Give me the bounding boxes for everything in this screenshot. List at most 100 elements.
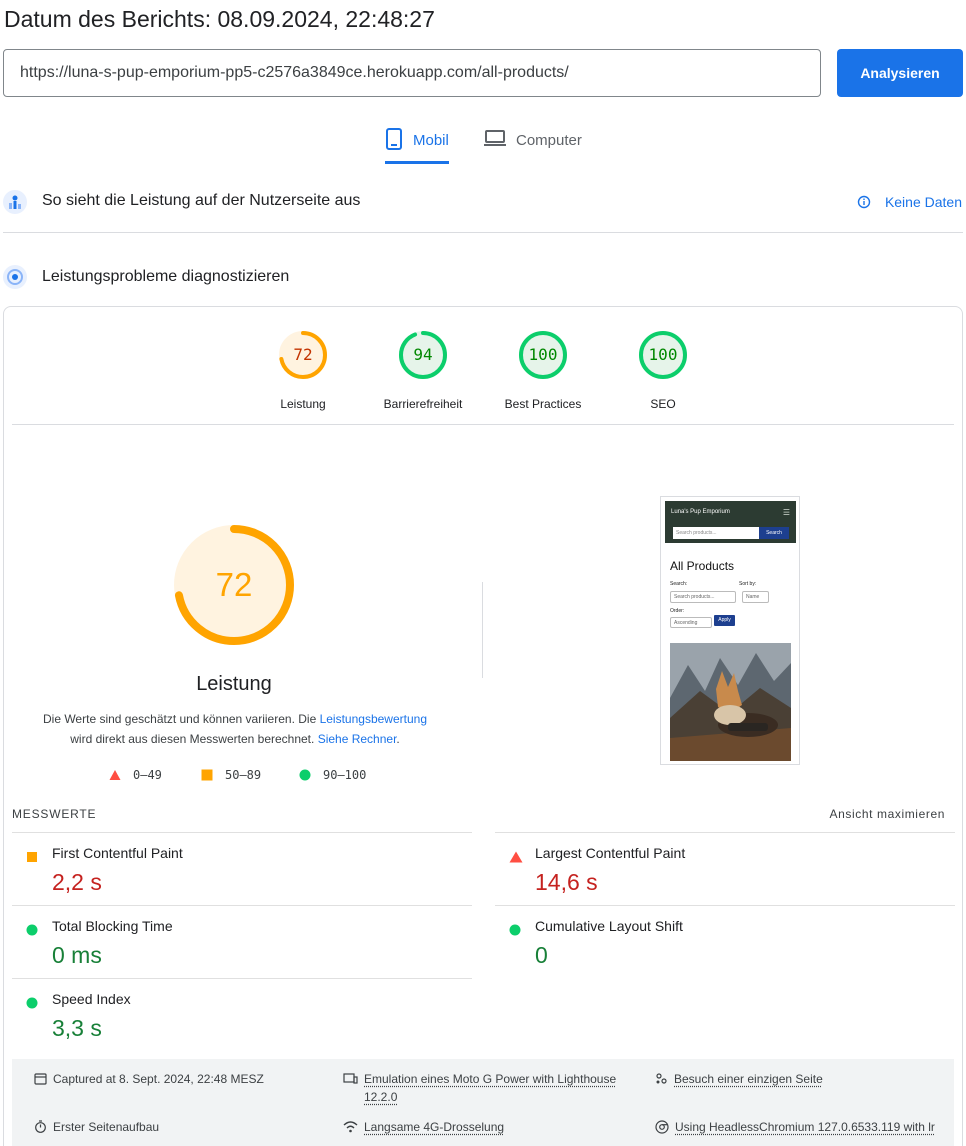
vertical-divider — [482, 582, 483, 678]
square-icon — [201, 769, 213, 781]
circle-icon — [299, 769, 311, 781]
visit-info[interactable]: Besuch einer einzigen Seite — [655, 1070, 823, 1088]
triangle-icon — [109, 770, 121, 780]
captured-text: Captured at 8. Sept. 2024, 22:48 MESZ — [53, 1072, 264, 1086]
screenshot-search-label: Search: — [670, 581, 688, 587]
scores-divider — [12, 424, 954, 425]
throttle-info[interactable]: Langsame 4G-Drosselung — [343, 1118, 504, 1136]
metric-value: 14,6 s — [535, 869, 598, 895]
no-data-label: Keine Daten — [884, 194, 962, 210]
smartphone-icon — [386, 128, 402, 150]
legend-fail: 0–49 — [109, 768, 162, 782]
throttle-text: Langsame 4G-Drosselung — [364, 1120, 505, 1134]
screenshot-sort-select: Name — [742, 591, 769, 603]
calculator-link[interactable]: Siehe Rechner — [318, 732, 397, 746]
desc-end: . — [396, 732, 400, 746]
metric-cls: Cumulative Layout Shift 0 — [495, 905, 955, 978]
performance-description: Die Werte sind geschätzt und können vari… — [30, 709, 440, 749]
signal-icon — [343, 1121, 358, 1133]
laptop-icon — [484, 130, 506, 146]
report-date-title: Datum des Berichts: 08.09.2024, 22:48:27 — [4, 6, 435, 32]
emulation-line-1: Emulation eines Moto G Power with Lighth… — [364, 1072, 617, 1086]
legend-label: 90–100 — [323, 768, 367, 782]
desc-text-2: wird direkt aus diesen Messwerten berech… — [70, 732, 318, 746]
legend-pass: 90–100 — [299, 768, 366, 782]
screenshot-brand: Luna's Pup Emporium — [671, 509, 730, 515]
captured-info: Captured at 8. Sept. 2024, 22:48 MESZ — [34, 1070, 264, 1088]
circle-icon — [509, 924, 521, 936]
no-data-link[interactable]: Keine Daten — [857, 194, 962, 210]
scoring-link[interactable]: Leistungsbewertung — [320, 712, 427, 726]
performance-gauge: 72 — [174, 525, 294, 645]
hamburger-icon: ☰ — [782, 508, 790, 517]
calendar-icon — [34, 1073, 47, 1085]
metric-value: 0 — [535, 942, 548, 968]
metric-lcp: Largest Contentful Paint 14,6 s — [495, 832, 955, 905]
screenshot-sort-label: Sort by: — [739, 581, 757, 587]
field-data-title: So sieht die Leistung auf der Nutzerseit… — [42, 192, 361, 209]
screenshot-apply-button: Apply — [714, 615, 735, 626]
users-chart-icon — [3, 190, 27, 214]
screenshot-navbar: Luna's Pup Emporium ☰ Search products...… — [665, 501, 796, 543]
screenshot-filter-input: Search products... — [670, 591, 736, 603]
performance-label: Leistung — [196, 673, 272, 695]
circle-icon — [26, 997, 38, 1009]
desc-text-1: Die Werte sind geschätzt und können vari… — [42, 712, 320, 726]
metrics-header-label: MESSWERTE — [12, 807, 97, 821]
metric-name: Cumulative Layout Shift — [535, 918, 683, 934]
tab-mobile-label: Mobil — [413, 132, 449, 149]
score-label: SEO — [650, 397, 676, 411]
emulation-text: Emulation eines Moto G Power with Lighth… — [364, 1070, 616, 1106]
metric-value: 0 ms — [52, 942, 102, 968]
score-value: 94 — [413, 345, 432, 364]
metric-value: 2,2 s — [52, 869, 102, 895]
page-screenshot[interactable]: Luna's Pup Emporium ☰ Search products...… — [660, 496, 800, 765]
legend-average: 50–89 — [201, 768, 261, 782]
screenshot-order-select: Ascending — [670, 617, 712, 628]
metric-fcp: First Contentful Paint 2,2 s — [12, 832, 472, 905]
url-input[interactable] — [3, 49, 821, 97]
info-icon — [857, 195, 871, 209]
score-label: Leistung — [280, 397, 326, 411]
metric-speed-index: Speed Index 3,3 s — [12, 978, 472, 1051]
lab-data-title: Leistungsprobleme diagnostizieren — [42, 268, 290, 285]
tab-desktop-label: Computer — [516, 132, 582, 149]
metric-name: Total Blocking Time — [52, 918, 173, 934]
section-divider — [3, 232, 963, 233]
load-info: Erster Seitenaufbau — [34, 1118, 159, 1136]
emulation-info[interactable]: Emulation eines Moto G Power with Lighth… — [343, 1070, 633, 1106]
browser-text: Using HeadlessChromium 127.0.6533.119 wi… — [675, 1120, 935, 1134]
score-gauge-accessibility[interactable]: 94 Barrierefreiheit — [368, 329, 478, 411]
expand-view-toggle[interactable]: Ansicht maximieren — [829, 807, 945, 821]
nodes-icon — [656, 1073, 667, 1084]
score-gauge-performance[interactable]: 72 Leistung — [248, 329, 358, 411]
tab-desktop[interactable]: Computer — [484, 128, 582, 164]
score-value: 100 — [649, 345, 678, 364]
legend-label: 50–89 — [225, 768, 262, 782]
visit-text: Besuch einer einzigen Seite — [674, 1072, 823, 1086]
screenshot-heading: All Products — [670, 559, 735, 573]
legend-label: 0–49 — [133, 768, 162, 782]
score-value: 72 — [293, 345, 312, 364]
metric-name: Speed Index — [52, 991, 131, 1007]
performance-score: 72 — [216, 566, 253, 603]
score-gauge-best-practices[interactable]: 100 Best Practices — [488, 329, 598, 411]
analyze-button[interactable]: Analysieren — [837, 49, 963, 97]
metric-name: First Contentful Paint — [52, 845, 183, 861]
screenshot-search: Search products... — [673, 527, 759, 539]
circle-icon — [26, 924, 38, 936]
screenshot-search-button: Search — [759, 527, 789, 539]
score-label: Barrierefreiheit — [383, 397, 463, 411]
diagnose-icon — [3, 265, 27, 289]
load-text: Erster Seitenaufbau — [53, 1120, 160, 1134]
tab-mobile[interactable]: Mobil — [385, 128, 449, 164]
product-image — [670, 643, 791, 761]
metric-name: Largest Contentful Paint — [535, 845, 686, 861]
devices-icon — [343, 1073, 358, 1084]
score-gauge-seo[interactable]: 100 SEO — [608, 329, 718, 411]
emulation-line-2: 12.2.0 — [364, 1090, 398, 1104]
browser-info[interactable]: Using HeadlessChromium 127.0.6533.119 wi… — [655, 1118, 935, 1136]
metric-tbt: Total Blocking Time 0 ms — [12, 905, 472, 978]
timer-icon — [35, 1120, 46, 1133]
screenshot-order-label: Order: — [670, 608, 685, 614]
